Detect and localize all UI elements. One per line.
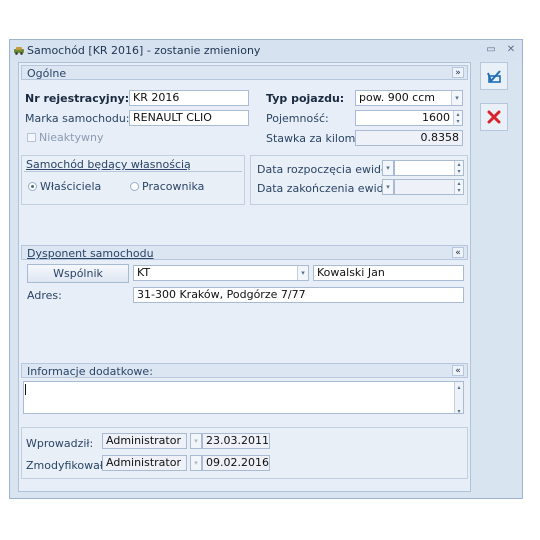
dispatcher-section-header[interactable]: Dysponent samochodu « bbox=[21, 245, 468, 260]
spinner-icon[interactable]: ▴ ▾ bbox=[453, 111, 462, 125]
records-end-input[interactable]: ▴ ▾ bbox=[394, 179, 464, 195]
vehicle-type-select[interactable]: pow. 900 ccm ▾ bbox=[355, 90, 463, 106]
extra-info-textarea[interactable]: ▴ ▾ bbox=[23, 381, 464, 414]
chevron-down-icon[interactable]: ▾ bbox=[451, 91, 462, 105]
cancel-icon bbox=[487, 110, 501, 124]
owner-radio[interactable] bbox=[28, 182, 37, 191]
form-content: Ogólne » Nr rejestracyjny: KR 2016 Marka… bbox=[18, 62, 471, 492]
records-end-toggle[interactable]: ▾ bbox=[382, 179, 394, 195]
address-label: Adres: bbox=[27, 289, 62, 302]
car-app-icon bbox=[14, 47, 24, 55]
dispatcher-type-button[interactable]: Wspólnik bbox=[27, 264, 129, 283]
entered-date: 23.03.2011 bbox=[202, 433, 270, 449]
records-start-input[interactable]: ▴ ▾ bbox=[394, 160, 464, 176]
brand-label: Marka samochodu: bbox=[25, 112, 130, 125]
dispatcher-name-input[interactable]: Kowalski Jan bbox=[313, 265, 464, 281]
rate-value: 0.8358 bbox=[355, 130, 463, 146]
general-section-title: Ogólne bbox=[27, 67, 67, 80]
save-icon bbox=[487, 70, 501, 83]
ownership-title: Samochód będący własnością bbox=[26, 158, 191, 171]
records-panel: Data rozpoczęcia ewidencji: ▾ ▴ ▾ Data za… bbox=[250, 155, 468, 205]
cancel-button[interactable] bbox=[480, 103, 508, 131]
collapse-dispatcher-icon[interactable]: « bbox=[452, 247, 464, 258]
capacity-label: Pojemność: bbox=[266, 112, 329, 125]
title-bar: Samochód [KR 2016] - zostanie zmieniony … bbox=[10, 40, 522, 60]
capacity-input[interactable]: 1600 ▴ ▾ bbox=[355, 110, 463, 126]
entered-date-toggle: ▾ bbox=[190, 433, 202, 449]
employee-radio[interactable] bbox=[130, 182, 139, 191]
employee-radio-label[interactable]: Pracownika bbox=[142, 180, 204, 193]
modified-label: Zmodyfikował: bbox=[26, 459, 107, 472]
capacity-value: 1600 bbox=[422, 111, 450, 124]
ownership-divider bbox=[24, 171, 242, 172]
reg-number-label: Nr rejestracyjny: bbox=[25, 92, 130, 105]
dispatcher-code-value: KT bbox=[137, 266, 151, 279]
dispatcher-section-title: Dysponent samochodu bbox=[27, 247, 154, 260]
chevron-down-icon: ▾ bbox=[191, 456, 201, 470]
extra-section-title: Informacje dodatkowe: bbox=[27, 365, 153, 378]
reg-number-input[interactable]: KR 2016 bbox=[129, 90, 249, 106]
owner-radio-label[interactable]: Właściciela bbox=[40, 180, 101, 193]
inactive-checkbox[interactable] bbox=[27, 133, 36, 142]
general-section-header[interactable]: Ogólne » bbox=[21, 65, 468, 80]
text-caret bbox=[25, 384, 26, 395]
window-title: Samochód [KR 2016] - zostanie zmieniony bbox=[27, 44, 261, 57]
ownership-panel: Samochód będący własnością Właściciela P… bbox=[21, 155, 245, 205]
modified-date-toggle: ▾ bbox=[190, 455, 202, 471]
spinner-icon[interactable]: ▴ ▾ bbox=[454, 180, 463, 194]
records-start-toggle[interactable]: ▾ bbox=[382, 160, 394, 176]
collapse-extra-icon[interactable]: « bbox=[452, 365, 464, 376]
vehicle-type-value: pow. 900 ccm bbox=[359, 91, 435, 104]
scrollbar[interactable]: ▴ ▾ bbox=[454, 382, 463, 413]
chevron-down-icon[interactable]: ▾ bbox=[297, 266, 308, 280]
modified-user: Administrator bbox=[102, 455, 187, 471]
address-input[interactable]: 31-300 Kraków, Podgórze 7/77 bbox=[133, 287, 464, 303]
vehicle-type-label: Typ pojazdu: bbox=[266, 92, 345, 105]
chevron-down-icon: ▾ bbox=[191, 434, 201, 448]
entered-label: Wprowadził: bbox=[26, 437, 94, 450]
chevron-down-icon[interactable]: ▾ bbox=[383, 161, 393, 175]
audit-panel: Wprowadził: Administrator ▾ 23.03.2011 Z… bbox=[21, 427, 468, 479]
spinner-icon[interactable]: ▴ ▾ bbox=[454, 161, 463, 175]
dispatcher-code-select[interactable]: KT ▾ bbox=[133, 265, 309, 281]
save-button[interactable] bbox=[480, 62, 508, 90]
brand-input[interactable]: RENAULT CLIO bbox=[129, 110, 249, 126]
chevron-down-icon[interactable]: ▾ bbox=[383, 180, 393, 194]
dialog-window: Samochód [KR 2016] - zostanie zmieniony … bbox=[9, 39, 523, 499]
minimize-icon[interactable]: ▭ bbox=[484, 43, 498, 57]
inactive-label: Nieaktywny bbox=[39, 131, 104, 144]
entered-user: Administrator bbox=[102, 433, 187, 449]
modified-date: 09.02.2016 bbox=[202, 455, 270, 471]
collapse-general-icon[interactable]: » bbox=[452, 67, 464, 78]
extra-section-header[interactable]: Informacje dodatkowe: « bbox=[21, 363, 468, 378]
close-icon[interactable]: ✕ bbox=[504, 43, 518, 57]
